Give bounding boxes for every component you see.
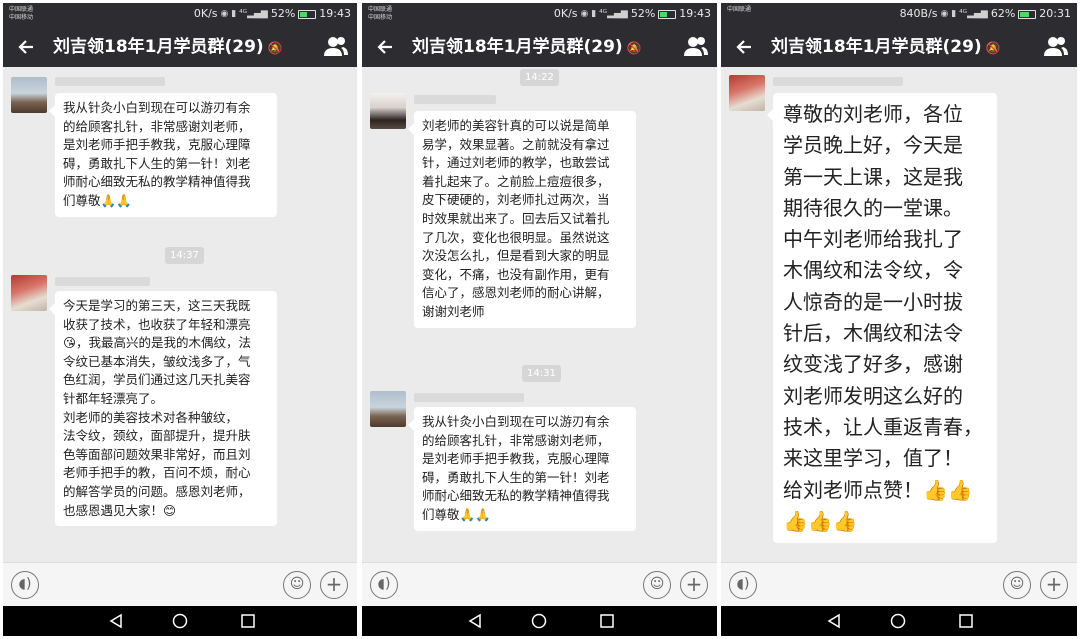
group-name: 刘吉领18年1月学员群(29)	[412, 37, 623, 57]
voice-icon[interactable]: ◖)	[370, 571, 398, 599]
group-name: 刘吉领18年1月学员群(29)	[53, 37, 264, 57]
status-indicators: 0K/s ◉ ▮ ⁴ᴳ▂▄▆ 52% 19:43	[194, 7, 351, 21]
system-nav-bar	[3, 606, 357, 636]
network-speed: 840B/s	[899, 7, 938, 20]
back-triangle-icon[interactable]	[466, 613, 484, 629]
signal-icon: ◉ ▮ ⁴ᴳ▂▄▆	[220, 9, 268, 19]
battery-percent: 52%	[630, 7, 656, 20]
voice-icon[interactable]: ◖)	[729, 571, 757, 599]
carrier-2: 中国移动	[9, 14, 34, 21]
battery-percent: 62%	[990, 7, 1016, 20]
battery-icon	[1018, 9, 1037, 19]
voice-icon[interactable]: ◖)	[11, 571, 39, 599]
title-bar: 刘吉领18年1月学员群(29) 🔕	[721, 27, 1077, 67]
network-speed: 0K/s	[553, 7, 578, 20]
group-name: 刘吉领18年1月学员群(29)	[771, 37, 982, 57]
timestamp: 14:22	[520, 69, 559, 86]
status-bar: 中国联通 中国移动 0K/s ◉ ▮ ⁴ᴳ▂▄▆ 52% 19:43	[362, 3, 717, 27]
home-circle-icon[interactable]	[889, 613, 907, 629]
chat-title: 刘吉领18年1月学员群(29) 🔕	[53, 37, 283, 58]
title-bar: 刘吉领18年1月学员群(29) 🔕	[362, 27, 717, 67]
title-bar: 刘吉领18年1月学员群(29) 🔕	[3, 27, 357, 67]
recents-square-icon[interactable]	[598, 613, 616, 629]
recents-square-icon[interactable]	[957, 613, 975, 629]
home-circle-icon[interactable]	[530, 613, 548, 629]
battery-percent: 52%	[270, 7, 296, 20]
clock: 19:43	[319, 7, 351, 20]
input-bar: ◖) ☺ +	[721, 562, 1077, 606]
carrier-1: 中国联通	[368, 6, 393, 13]
timestamp: 14:31	[522, 365, 561, 382]
carrier-labels: 中国联通 中国移动	[368, 6, 392, 22]
plus-icon[interactable]: +	[1040, 571, 1068, 599]
status-indicators: 0K/s ◉ ▮ ⁴ᴳ▂▄▆ 52% 19:43	[554, 7, 711, 21]
avatar[interactable]	[11, 77, 47, 113]
signal-icon: ◉ ▮ ⁴ᴳ▂▄▆	[940, 9, 988, 19]
back-triangle-icon[interactable]	[825, 613, 843, 629]
group-members-icon[interactable]	[683, 35, 709, 59]
carrier-1: 中国联通	[727, 6, 752, 13]
message-bubble[interactable]: 我从针灸小白到现在可以游刃有余 的给顾客扎针，非常感谢刘老师， 是刘老师手把手教…	[49, 93, 277, 217]
mute-bell-icon: 🔕	[626, 41, 642, 55]
mute-bell-icon: 🔕	[267, 41, 283, 55]
sender-name-blurred	[773, 77, 903, 86]
battery-icon	[658, 9, 677, 19]
sender-name-blurred	[414, 95, 496, 104]
back-arrow-icon[interactable]	[731, 33, 759, 61]
carrier-labels: 中国联通	[727, 6, 751, 14]
avatar[interactable]	[370, 391, 406, 427]
chat-screen-3: 中国联通 840B/s ◉ ▮ ⁴ᴳ▂▄▆ 62% 20:31 刘吉领18年1月…	[721, 3, 1077, 636]
emoji-icon[interactable]: ☺	[643, 571, 671, 599]
emoji-icon[interactable]: ☺	[1003, 571, 1031, 599]
message-list[interactable]: 尊敬的刘老师，各位 学员晚上好，今天是 第一天上课，这是我 期待很久的一堂课。 …	[721, 67, 1077, 562]
status-indicators: 840B/s ◉ ▮ ⁴ᴳ▂▄▆ 62% 20:31	[900, 7, 1071, 21]
group-members-icon[interactable]	[1043, 35, 1069, 59]
system-nav-bar	[721, 606, 1077, 636]
sender-name-blurred	[55, 77, 165, 86]
chat-screen-2: 中国联通 中国移动 0K/s ◉ ▮ ⁴ᴳ▂▄▆ 52% 19:43 刘吉领18…	[362, 3, 717, 636]
message-list[interactable]: 14:22 刘老师的美容针真的可以说是简单 易学，效果显著。之前就没有拿过 针，…	[362, 67, 717, 562]
clock: 20:31	[1039, 7, 1071, 20]
status-bar: 中国联通 840B/s ◉ ▮ ⁴ᴳ▂▄▆ 62% 20:31	[721, 3, 1077, 27]
mute-bell-icon: 🔕	[985, 41, 1001, 55]
back-triangle-icon[interactable]	[107, 613, 125, 629]
carrier-labels: 中国联通 中国移动	[9, 6, 33, 22]
group-members-icon[interactable]	[323, 35, 349, 59]
message-bubble[interactable]: 今天是学习的第三天，这三天我既 收获了技术，也收获了年轻和漂亮 😘，我最高兴的是…	[49, 291, 277, 527]
carrier-1: 中国联通	[9, 6, 34, 13]
plus-icon[interactable]: +	[320, 571, 348, 599]
carrier-2: 中国移动	[368, 14, 393, 21]
battery-icon	[298, 9, 317, 19]
system-nav-bar	[362, 606, 717, 636]
chat-title: 刘吉领18年1月学员群(29) 🔕	[771, 37, 1001, 58]
signal-icon: ◉ ▮ ⁴ᴳ▂▄▆	[580, 9, 628, 19]
emoji-icon[interactable]: ☺	[283, 571, 311, 599]
message-list[interactable]: 我从针灸小白到现在可以游刃有余 的给顾客扎针，非常感谢刘老师， 是刘老师手把手教…	[3, 67, 357, 562]
avatar[interactable]	[729, 75, 765, 111]
timestamp: 14:37	[165, 247, 204, 264]
chat-screen-1: 中国联通 中国移动 0K/s ◉ ▮ ⁴ᴳ▂▄▆ 52% 19:43 刘吉领18…	[3, 3, 357, 636]
clock: 19:43	[679, 7, 711, 20]
sender-name-blurred	[55, 277, 150, 286]
input-bar: ◖) ☺ +	[362, 562, 717, 606]
message-bubble[interactable]: 我从针灸小白到现在可以游刃有余 的给顾客扎针，非常感谢刘老师， 是刘老师手把手教…	[408, 407, 636, 531]
avatar[interactable]	[370, 93, 406, 129]
chat-title: 刘吉领18年1月学员群(29) 🔕	[412, 37, 642, 58]
back-arrow-icon[interactable]	[372, 33, 400, 61]
network-speed: 0K/s	[193, 7, 218, 20]
sender-name-blurred	[414, 393, 524, 402]
input-bar: ◖) ☺ +	[3, 562, 357, 606]
plus-icon[interactable]: +	[680, 571, 708, 599]
message-bubble[interactable]: 尊敬的刘老师，各位 学员晚上好，今天是 第一天上课，这是我 期待很久的一堂课。 …	[767, 93, 997, 544]
message-bubble[interactable]: 刘老师的美容针真的可以说是简单 易学，效果显著。之前就没有拿过 针，通过刘老师的…	[408, 111, 636, 328]
status-bar: 中国联通 中国移动 0K/s ◉ ▮ ⁴ᴳ▂▄▆ 52% 19:43	[3, 3, 357, 27]
back-arrow-icon[interactable]	[13, 33, 41, 61]
avatar[interactable]	[11, 275, 47, 311]
recents-square-icon[interactable]	[239, 613, 257, 629]
home-circle-icon[interactable]	[171, 613, 189, 629]
